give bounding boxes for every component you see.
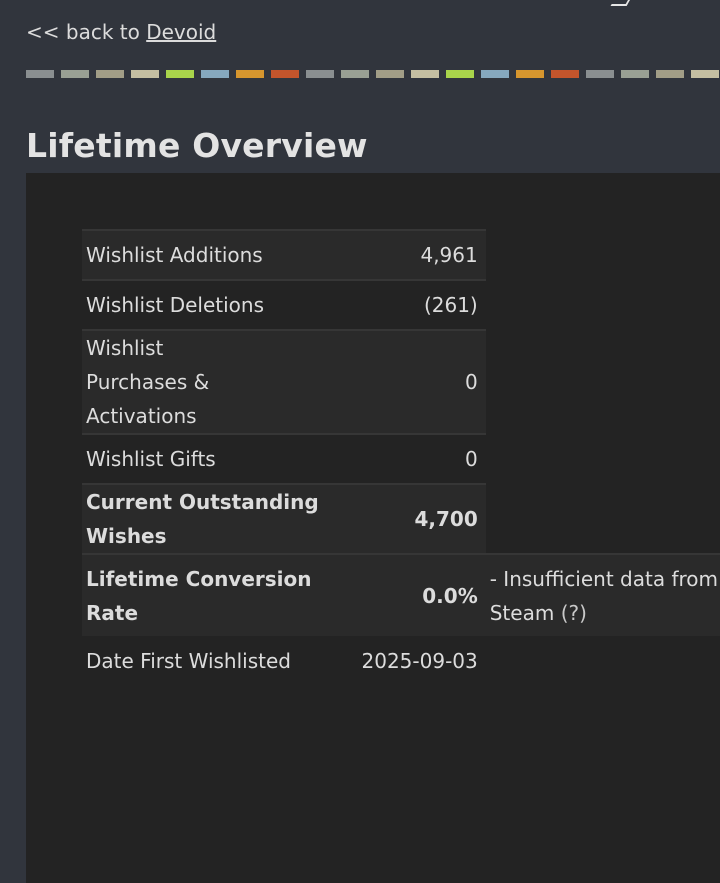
row-note xyxy=(485,434,720,484)
row-value: 0 xyxy=(357,329,486,434)
row-label: Wishlist Additions xyxy=(82,229,358,280)
color-strip-segment xyxy=(446,70,474,78)
color-strip-segment xyxy=(691,70,719,78)
color-strip-segment xyxy=(236,70,264,78)
color-strip-segment xyxy=(411,70,439,78)
section-title: Lifetime Overview xyxy=(26,126,368,165)
cursor-edge xyxy=(610,0,634,6)
row-value: 0.0% xyxy=(357,553,486,636)
back-prefix: << back to xyxy=(26,20,140,44)
row-value: 4,961 xyxy=(357,229,486,280)
game-link[interactable]: Devoid xyxy=(146,20,216,44)
row-label: Date First Wishlisted xyxy=(82,636,358,686)
row-note xyxy=(485,280,720,330)
table-row: Wishlist Purchases & Activations 0 xyxy=(82,329,720,434)
insufficient-data-note-line2: Steam (?) xyxy=(490,596,718,630)
color-strip xyxy=(26,70,720,78)
row-value: 4,700 xyxy=(357,483,486,554)
row-value: (261) xyxy=(357,279,486,330)
color-strip-segment xyxy=(131,70,159,78)
row-label: Wishlist Gifts xyxy=(82,433,358,484)
color-strip-segment xyxy=(376,70,404,78)
color-strip-segment xyxy=(271,70,299,78)
row-label: Wishlist Deletions xyxy=(82,279,358,330)
color-strip-segment xyxy=(341,70,369,78)
table-row: Lifetime Conversion Rate 0.0% - Insuffic… xyxy=(82,553,720,636)
color-strip-segment xyxy=(621,70,649,78)
row-note xyxy=(485,230,720,280)
color-strip-segment xyxy=(96,70,124,78)
insufficient-data-note: - Insufficient data from xyxy=(489,566,718,591)
table-row: Date First Wishlisted 2025-09-03 xyxy=(82,636,720,686)
row-note xyxy=(485,330,720,434)
color-strip-segment xyxy=(481,70,509,78)
help-link[interactable]: (?) xyxy=(561,601,587,625)
note-source: Steam xyxy=(489,600,555,625)
stats-table: Wishlist Additions 4,961 Wishlist Deleti… xyxy=(82,229,720,686)
overview-panel: Wishlist Additions 4,961 Wishlist Deleti… xyxy=(26,173,720,883)
color-strip-segment xyxy=(551,70,579,78)
color-strip-segment xyxy=(656,70,684,78)
row-label: Wishlist Purchases & Activations xyxy=(82,329,358,434)
row-value: 0 xyxy=(357,433,486,484)
row-note xyxy=(485,484,720,554)
table-row: Current Outstanding Wishes 4,700 xyxy=(82,483,720,554)
row-value: 2025-09-03 xyxy=(357,636,486,686)
color-strip-segment xyxy=(516,70,544,78)
color-strip-segment xyxy=(166,70,194,78)
table-row: Wishlist Gifts 0 xyxy=(82,433,720,484)
color-strip-segment xyxy=(26,70,54,78)
row-note: - Insufficient data from Steam (?) xyxy=(485,553,720,636)
row-label: Lifetime Conversion Rate xyxy=(82,553,358,636)
table-row: Wishlist Deletions (261) xyxy=(82,279,720,330)
color-strip-segment xyxy=(586,70,614,78)
row-label: Current Outstanding Wishes xyxy=(82,483,358,554)
color-strip-segment xyxy=(61,70,89,78)
page: << back to Devoid Lifetime Overview Wish… xyxy=(0,0,720,883)
row-note xyxy=(485,636,720,686)
table-row: Wishlist Additions 4,961 xyxy=(82,229,720,280)
back-navigation: << back to Devoid xyxy=(26,20,216,44)
color-strip-segment xyxy=(306,70,334,78)
color-strip-segment xyxy=(201,70,229,78)
